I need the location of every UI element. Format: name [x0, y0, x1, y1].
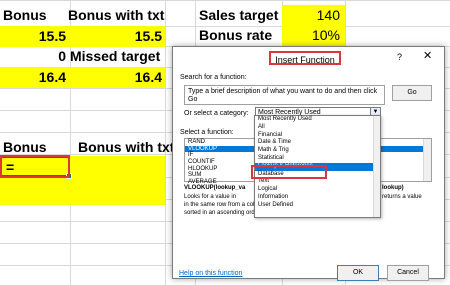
category-option[interactable]: Logical — [255, 186, 380, 194]
description-line-1-tail: returns a value — [382, 194, 422, 200]
go-button[interactable]: Go — [392, 85, 432, 101]
dialog-title: Insert Function — [269, 51, 341, 65]
dialog-titlebar[interactable]: Insert Function ? ✕ — [173, 47, 444, 69]
cell-bonus-2[interactable]: 0 — [0, 46, 66, 66]
category-label: Or select a category: — [184, 110, 249, 117]
select-function-label: Select a function: — [180, 129, 234, 136]
category-option[interactable]: Text — [255, 178, 380, 186]
search-input[interactable]: Type a brief description of what you wan… — [184, 85, 385, 105]
category-option[interactable]: Information — [255, 194, 380, 202]
cell-bonus-with-txt-1[interactable]: 15.5 — [70, 26, 162, 46]
selected-category-callout — [251, 165, 327, 179]
category-option[interactable]: All — [255, 124, 380, 132]
active-cell-callout — [0, 155, 70, 178]
function-signature-head: VLOOKUP(lookup_va — [184, 185, 246, 191]
search-label: Search for a function: — [180, 74, 247, 81]
category-option[interactable]: Date & Time — [255, 139, 380, 147]
cell-bonus-1[interactable]: 15.5 — [0, 26, 66, 46]
category-option[interactable]: User Defined — [255, 202, 380, 210]
category-option[interactable]: Most Recently Used — [255, 116, 380, 124]
function-signature: VLOOKUP(lookup_va lookup) — [184, 184, 404, 192]
function-signature-tail: lookup) — [382, 185, 404, 191]
category-option[interactable]: Math & Trig — [255, 147, 380, 155]
dropdown-scrollbar[interactable] — [373, 116, 380, 217]
description-line-1: Looks for a value in — [184, 194, 237, 200]
sales-target-value[interactable]: 140 — [282, 5, 340, 25]
header-bonus-with-txt[interactable]: Bonus with txt — [68, 5, 164, 25]
cell-bonus-3[interactable]: 16.4 — [0, 67, 66, 87]
close-icon[interactable]: ✕ — [423, 50, 432, 62]
lower-header-bonus-with-txt[interactable]: Bonus with txt — [78, 137, 174, 157]
ok-button[interactable]: OK — [337, 265, 379, 281]
header-bonus[interactable]: Bonus — [3, 5, 47, 25]
category-option[interactable]: Statistical — [255, 155, 380, 163]
bonus-rate-label[interactable]: Bonus rate — [199, 25, 272, 45]
cell-bonus-with-txt-2[interactable]: Missed target — [70, 46, 160, 66]
bonus-rate-value[interactable]: 10% — [282, 25, 340, 45]
lower-header-bonus[interactable]: Bonus — [3, 137, 47, 157]
help-icon[interactable]: ? — [397, 51, 402, 63]
cancel-button[interactable]: Cancel — [387, 265, 429, 281]
help-on-function-link[interactable]: Help on this function — [179, 269, 242, 278]
function-list-scrollbar[interactable] — [423, 139, 431, 181]
cell-bonus-with-txt-3[interactable]: 16.4 — [70, 67, 162, 87]
grid-line — [0, 0, 450, 1]
category-option[interactable]: Financial — [255, 132, 380, 140]
sales-target-label[interactable]: Sales target — [199, 5, 278, 25]
